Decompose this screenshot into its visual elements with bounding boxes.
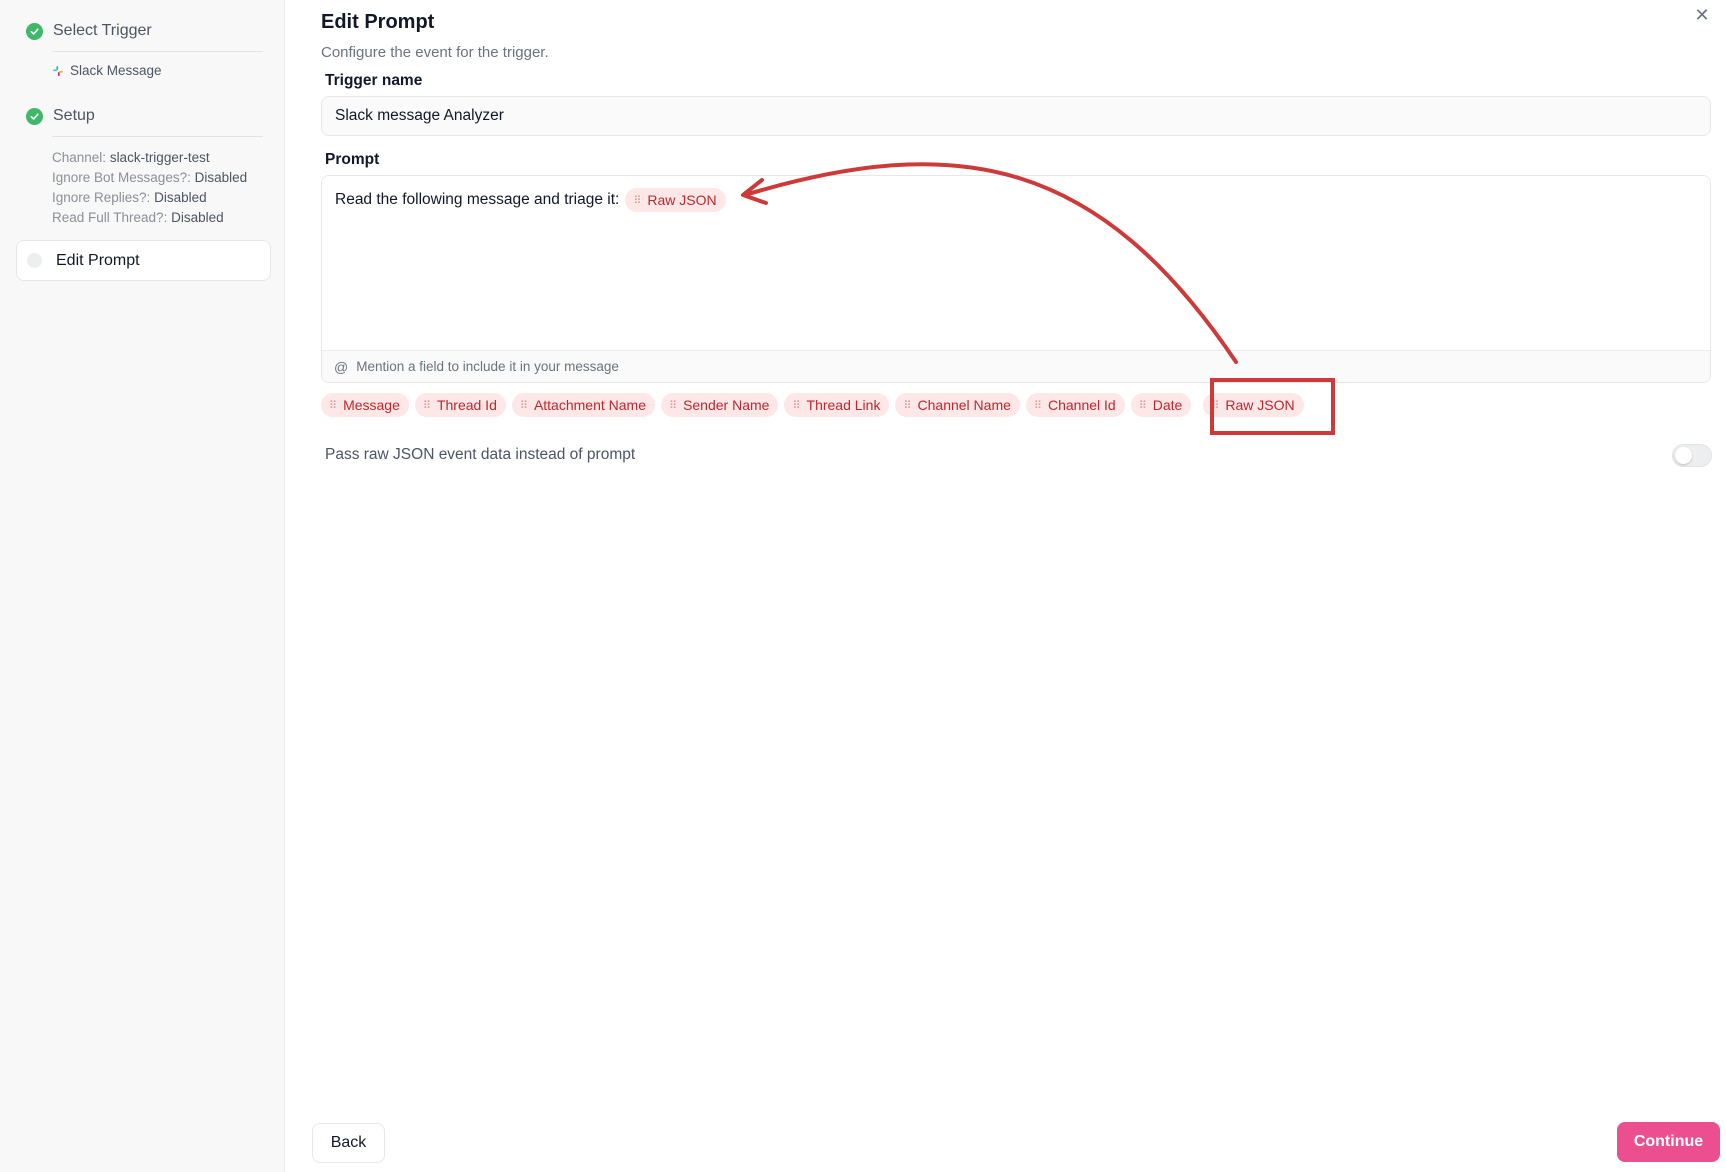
at-sign-icon: @ [334,358,349,375]
drag-handle-icon: ⠿ [422,399,431,412]
field-chip-sender-name[interactable]: ⠿ Sender Name [661,393,779,417]
prompt-text: Read the following message and triage it… [335,191,620,208]
slack-icon [53,65,63,76]
field-chip-attachment-name[interactable]: ⠿ Attachment Name [511,393,655,417]
prompt-content[interactable]: Read the following message and triage it… [335,188,726,212]
raw-json-toggle[interactable] [1672,444,1712,467]
setup-detail-row: Ignore Replies?: Disabled [52,190,207,205]
drag-handle-icon: ⠿ [792,399,800,412]
drag-handle-icon: ⠿ [519,399,528,412]
page-title: Edit Prompt [321,11,435,33]
field-chips: ⠿ Message ⠿ Thread Id ⠿ Attachment Name ⠿ Se… [321,393,1304,417]
trigger-source-label: Slack Message [70,63,162,78]
trigger-name-label: Trigger name [325,72,423,89]
drag-handle-icon: ⠿ [329,399,337,412]
close-icon[interactable]: ✕ [1693,6,1711,24]
step-label: Select Trigger [53,22,152,39]
drag-handle-icon: ⠿ [1138,399,1147,412]
check-circle-icon [26,22,43,40]
drag-handle-icon: ⠿ [903,399,911,412]
setup-details: Channel: slack-trigger-test Ignore Bot M… [52,148,247,228]
trigger-source: Slack Message [52,63,162,78]
field-chip-date[interactable]: ⠿ Date [1130,393,1192,417]
check-circle-icon [26,107,43,125]
continue-button[interactable]: Continue [1617,1122,1720,1162]
step-setup[interactable]: Setup [26,107,95,125]
steps-sidebar: Select Trigger Slack Message Setup Chann… [0,0,285,1172]
step-select-trigger[interactable]: Select Trigger [26,22,152,40]
trigger-name-input[interactable] [321,96,1711,136]
mention-hint: Mention a field to include it in your me… [356,359,619,374]
prompt-field-chip[interactable]: ⠿ Raw JSON [625,188,726,212]
drag-handle-icon: ⠿ [1033,399,1042,412]
drag-handle-icon: ⠿ [669,399,677,412]
page-subtitle: Configure the event for the trigger. [321,44,549,61]
toggle-knob [1675,447,1692,464]
annotation-highlight-box [1210,378,1335,435]
raw-json-toggle-label: Pass raw JSON event data instead of prom… [325,446,636,463]
prompt-label: Prompt [325,151,380,168]
field-chip-message[interactable]: ⠿ Message [321,393,409,417]
field-chip-thread-id[interactable]: ⠿ Thread Id [414,393,506,417]
field-chip-channel-name[interactable]: ⠿ Channel Name [895,393,1020,417]
setup-detail-row: Read Full Thread?: Disabled [52,210,224,225]
drag-handle-icon: ⠿ [633,194,641,207]
divider [52,51,263,52]
divider [52,136,263,137]
setup-detail-row: Channel: slack-trigger-test [52,150,210,165]
step-label: Setup [53,107,95,124]
prompt-editor[interactable]: Read the following message and triage it… [321,175,1711,383]
field-chip-channel-id[interactable]: ⠿ Channel Id [1025,393,1125,417]
setup-detail-row: Ignore Bot Messages?: Disabled [52,170,248,185]
step-label: Edit Prompt [56,251,140,269]
mention-hint-bar: @ Mention a field to include it in your … [322,350,1710,382]
back-button[interactable]: Back [312,1123,385,1163]
field-chip-thread-link[interactable]: ⠿ Thread Link [784,393,890,417]
step-edit-prompt[interactable]: Edit Prompt [16,240,271,281]
pending-circle-icon [27,253,42,268]
